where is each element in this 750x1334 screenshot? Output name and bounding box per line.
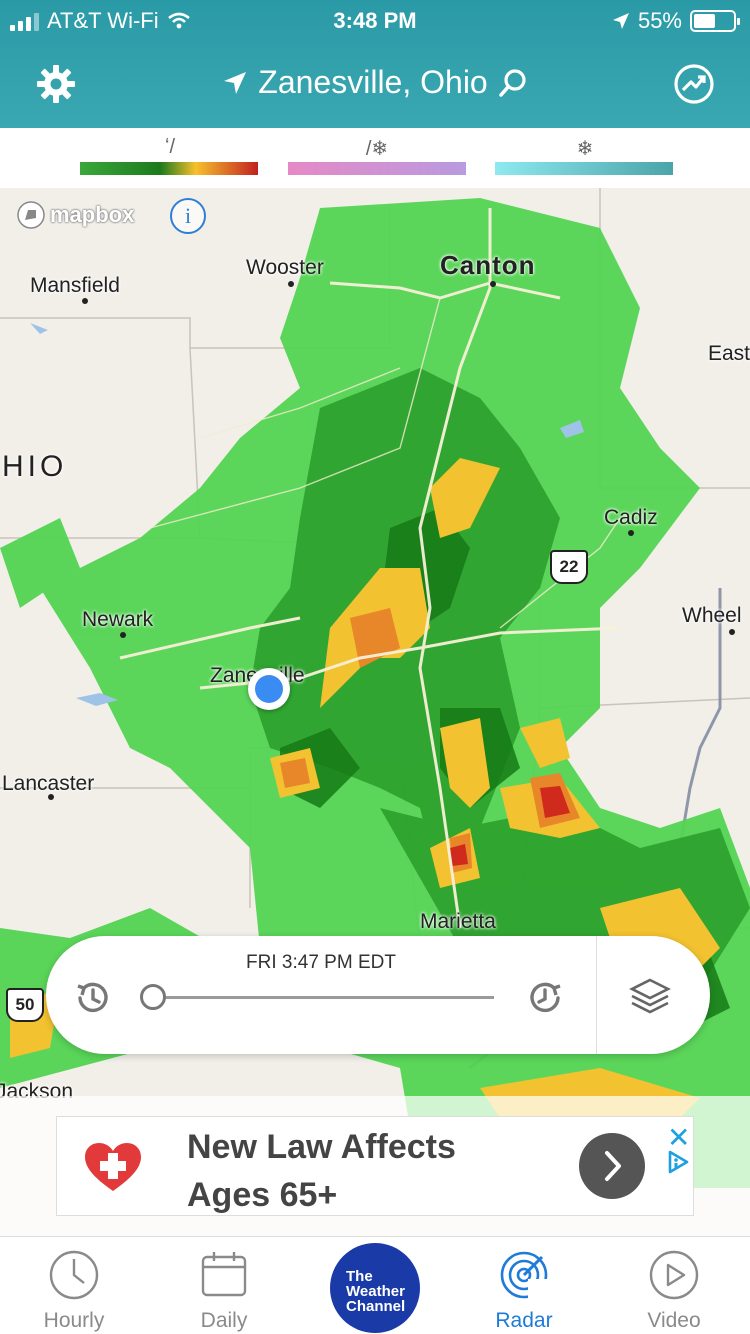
mapbox-logo[interactable]: mapbox <box>16 200 134 230</box>
city-dot <box>729 629 735 635</box>
us-50-shield: 50 <box>6 988 44 1022</box>
location-selector[interactable]: Zanesville, Ohio <box>0 64 750 101</box>
snow-icon: ❄ <box>576 138 594 160</box>
tab-hourly[interactable]: Hourly <box>14 1237 134 1334</box>
divider <box>596 936 597 1054</box>
radar-playback-bar: FRI 3:47 PM EDT <box>46 936 710 1054</box>
timeline-handle[interactable] <box>140 984 166 1010</box>
snow-scale <box>495 162 673 175</box>
radar-timestamp: FRI 3:47 PM EDT <box>246 952 396 973</box>
tab-bar: Hourly Daily The Weather Channel Radar V… <box>0 1236 750 1334</box>
city-label-canton: Canton <box>440 250 536 280</box>
radar-overlay <box>0 188 750 1188</box>
mix-icon: /❄ <box>365 138 389 160</box>
calendar-icon <box>201 1252 247 1297</box>
ad-headline: New Law Affects Ages 65+ <box>187 1128 456 1214</box>
city-label-cadiz: Cadiz <box>604 506 658 529</box>
rain-icon: ʻ/ <box>165 136 175 158</box>
city-dot <box>48 794 54 800</box>
clock-icon <box>49 1250 99 1300</box>
heart-cross-icon <box>85 1143 141 1191</box>
mix-scale <box>288 162 466 175</box>
timeline-track[interactable] <box>154 996 494 999</box>
location-name: Zanesville, Ohio <box>258 64 488 100</box>
location-services-icon <box>612 13 629 29</box>
current-location-marker <box>248 668 290 710</box>
city-dot <box>628 530 634 536</box>
app-header: AT&T Wi-Fi 3:48 PM 55% Zanesville, Ohio <box>0 0 750 128</box>
location-arrow-icon <box>224 71 247 94</box>
tab-radar[interactable]: Radar <box>464 1237 584 1334</box>
city-dot <box>490 281 496 287</box>
city-label-newark: Newark <box>82 608 154 631</box>
battery-percent: 55% <box>637 8 682 33</box>
share-trend-icon[interactable] <box>672 62 716 106</box>
city-dot <box>288 281 294 287</box>
search-icon[interactable] <box>498 68 528 98</box>
precip-legend: ʻ/ /❄ ❄ <box>0 128 750 188</box>
layers-icon[interactable] <box>628 974 672 1018</box>
battery-icon <box>690 10 740 32</box>
play-circle-icon <box>649 1250 699 1300</box>
chevron-right-icon <box>605 1151 621 1181</box>
city-label-mansfield: Mansfield <box>30 274 120 297</box>
city-dot <box>82 298 88 304</box>
tab-daily[interactable]: Daily <box>164 1237 284 1334</box>
city-label-east: East <box>708 342 750 365</box>
rain-scale <box>80 162 258 175</box>
advertisement-banner[interactable]: New Law Affects Ages 65+ ✕ <box>56 1116 694 1216</box>
weather-channel-logo-button[interactable]: The Weather Channel <box>330 1243 420 1333</box>
city-label-lancaster: Lancaster <box>2 772 95 795</box>
adchoices-icon[interactable] <box>665 1149 691 1175</box>
us-22-shield: 22 <box>550 550 588 584</box>
ad-open-button[interactable] <box>579 1133 645 1199</box>
city-label-wooster: Wooster <box>246 256 324 279</box>
state-label: HIO <box>2 450 68 483</box>
radar-icon <box>500 1251 550 1301</box>
city-label-marietta: Marietta <box>420 910 496 933</box>
forward-icon[interactable] <box>526 978 566 1018</box>
city-label-wheel: Wheel <box>682 604 742 627</box>
info-icon[interactable]: i <box>170 198 206 234</box>
tab-video[interactable]: Video <box>614 1237 734 1334</box>
ad-overlay: New Law Affects Ages 65+ ✕ <box>0 1096 750 1236</box>
city-dot <box>120 632 126 638</box>
rewind-icon[interactable] <box>72 978 112 1018</box>
status-bar: AT&T Wi-Fi 3:48 PM 55% <box>0 0 750 40</box>
radar-map[interactable]: mapbox i Wooster Canton Mansfield East H… <box>0 188 750 1236</box>
mapbox-icon <box>17 201 45 229</box>
radar-screen: AT&T Wi-Fi 3:48 PM 55% Zanesville, Ohio … <box>0 0 750 1334</box>
